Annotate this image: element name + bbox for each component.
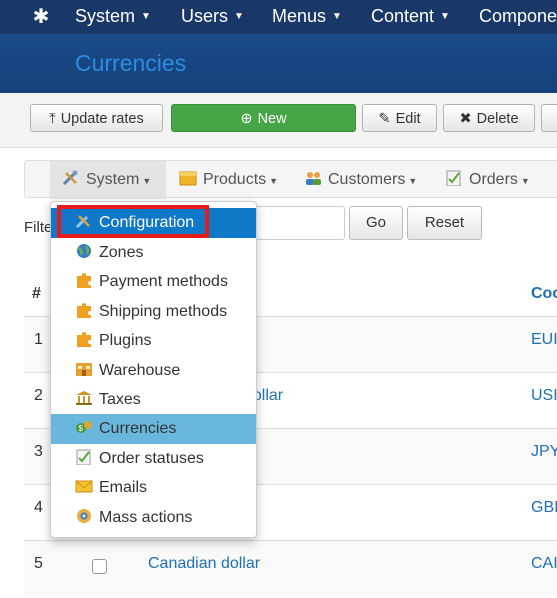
row-code[interactable]: CAI [531, 555, 557, 573]
topnav-components[interactable]: Compone [479, 0, 557, 34]
caret-down-icon: ▼ [142, 176, 152, 186]
gears-icon [77, 509, 91, 523]
warehouse-icon [76, 363, 92, 376]
new-button[interactable]: ⊕ New [171, 104, 356, 132]
money-icon: $ [76, 421, 92, 433]
menubar-label: Customers [328, 171, 406, 188]
menubar-label: System [86, 171, 140, 188]
row-number: 5 [34, 555, 43, 572]
dropdown-item-label: Order statuses [99, 450, 204, 467]
dropdown-item-emails[interactable]: Emails [51, 473, 256, 503]
row-number: 3 [34, 443, 43, 460]
update-rates-button[interactable]: ⤒ Update rates [30, 104, 163, 132]
caret-down-icon: ▼ [332, 11, 342, 23]
dropdown-item-zones[interactable]: Zones [51, 238, 256, 268]
menubar-label: Orders [469, 171, 518, 188]
order-icon [446, 170, 461, 186]
puzzle-icon [77, 332, 91, 347]
column-header-code[interactable]: Coc [531, 285, 557, 303]
caret-down-icon: ▼ [269, 176, 279, 186]
filter-label: Filte [24, 219, 53, 236]
row-code[interactable]: JPY [531, 443, 557, 461]
dropdown-item-plugins[interactable]: Plugins [51, 326, 256, 356]
topnav-users[interactable]: Users ▼ [181, 0, 244, 34]
menubar-orders[interactable]: Orders ▼ [445, 161, 530, 199]
edit-icon: ✎ [378, 111, 391, 127]
puzzle-icon [77, 273, 91, 288]
caret-down-icon: ▼ [440, 11, 450, 23]
dropdown-item-taxes[interactable]: Taxes [51, 385, 256, 415]
dropdown-item-payment-methods[interactable]: Payment methods [51, 267, 256, 297]
dropdown-item-label: Taxes [99, 391, 141, 408]
edit-label: Edit [395, 111, 421, 127]
dropdown-item-shipping-methods[interactable]: Shipping methods [51, 297, 256, 327]
row-number: 2 [34, 387, 43, 404]
dropdown-item-label: Zones [99, 244, 144, 261]
topnav-label: Menus [272, 6, 327, 26]
menubar-customers[interactable]: Customers ▼ [304, 161, 417, 199]
checklist-icon [76, 449, 91, 465]
globe-icon [77, 244, 91, 258]
dropdown-item-label: Shipping methods [99, 303, 228, 320]
row-number: 1 [34, 331, 43, 348]
row-code[interactable]: EUI [531, 331, 557, 349]
dropdown-item-currencies[interactable]: $ Currencies [51, 414, 256, 444]
users-icon [306, 172, 321, 185]
edit-button[interactable]: ✎ Edit [362, 104, 437, 132]
dropdown-item-mass-actions[interactable]: Mass actions [51, 503, 256, 533]
menubar-products[interactable]: Products ▼ [179, 161, 278, 199]
row-code[interactable]: GBI [531, 499, 557, 517]
more-button[interactable] [541, 104, 557, 132]
topnav-content[interactable]: Content ▼ [371, 0, 450, 34]
upload-icon: ⤒ [49, 111, 56, 127]
joomla-logo-icon[interactable]: ✱ [30, 6, 52, 28]
system-dropdown-menu: Configuration Zones Payment methods Ship… [50, 201, 257, 538]
dropdown-item-label: Warehouse [99, 362, 181, 379]
topnav-label: Content [371, 6, 435, 26]
page-title: Currencies [75, 50, 187, 76]
update-rates-label: Update rates [60, 111, 144, 127]
new-label: New [257, 111, 287, 127]
delete-button[interactable]: ✖ Delete [443, 104, 535, 132]
reset-button[interactable]: Reset [407, 206, 482, 240]
annotation-highlight-box [57, 205, 209, 238]
row-code[interactable]: USI [531, 387, 557, 405]
topnav-label: System [75, 6, 136, 26]
bank-icon [76, 391, 92, 405]
dropdown-item-label: Payment methods [99, 273, 228, 290]
dropdown-item-order-statuses[interactable]: Order statuses [51, 444, 256, 474]
row-number: 4 [34, 499, 43, 516]
topnav-label: Compone [479, 6, 557, 26]
close-icon: ✖ [459, 111, 472, 127]
dropdown-item-label: Currencies [99, 420, 177, 437]
plus-circle-icon: ⊕ [240, 111, 253, 127]
row-name[interactable]: Canadian dollar [148, 555, 260, 573]
topnav-system[interactable]: System ▼ [75, 0, 151, 34]
topnav-label: Users [181, 6, 229, 26]
svg-text:$: $ [79, 424, 84, 433]
puzzle-icon [77, 303, 91, 318]
table-row: 5 Canadian dollar CAI [24, 540, 557, 596]
delete-label: Delete [476, 111, 519, 127]
dropdown-item-label: Plugins [99, 332, 152, 349]
caret-down-icon: ▼ [234, 11, 244, 23]
column-header-number: # [32, 285, 41, 302]
row-checkbox[interactable] [92, 559, 107, 574]
caret-down-icon: ▼ [408, 176, 418, 186]
menubar-system[interactable]: System ▼ [50, 161, 166, 199]
menubar-label: Products [203, 171, 267, 188]
dropdown-item-label: Mass actions [99, 509, 193, 526]
topnav-menus[interactable]: Menus ▼ [272, 0, 342, 34]
go-button[interactable]: Go [349, 206, 403, 240]
dropdown-item-label: Emails [99, 479, 148, 496]
envelope-icon [75, 480, 93, 493]
caret-down-icon: ▼ [520, 176, 530, 186]
box-icon [179, 171, 197, 186]
caret-down-icon: ▼ [141, 11, 151, 23]
dropdown-item-warehouse[interactable]: Warehouse [51, 356, 256, 386]
tools-icon [62, 170, 78, 186]
